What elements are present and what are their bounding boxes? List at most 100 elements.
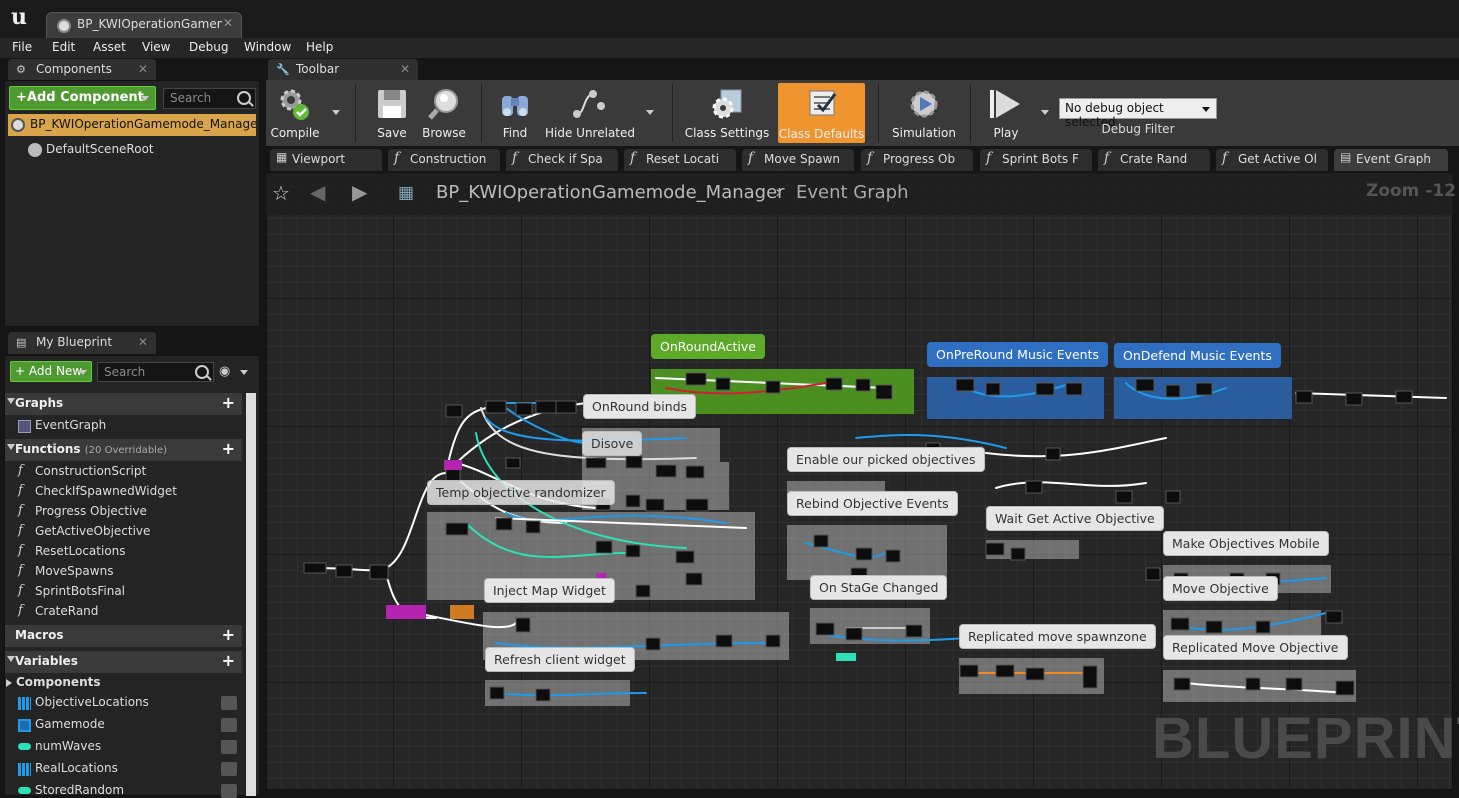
- comment-enable-objectives[interactable]: Enable our picked objectives: [787, 447, 985, 472]
- eye-icon[interactable]: ◉: [219, 364, 239, 379]
- variable-item[interactable]: ObjectiveLocations: [18, 695, 149, 710]
- tab-crate-rand[interactable]: f Crate Rand: [1098, 149, 1210, 171]
- comment-on-stage-changed[interactable]: On StaGe Changed: [810, 575, 948, 600]
- binoculars-icon: [502, 96, 528, 116]
- function-item[interactable]: f ResetLocations: [18, 543, 126, 558]
- variable-category-components[interactable]: Components: [6, 675, 101, 689]
- close-icon[interactable]: ✕: [138, 335, 148, 349]
- menu-file[interactable]: File: [12, 40, 32, 54]
- unreal-logo-icon[interactable]: u: [6, 4, 32, 30]
- tab-reset-locations[interactable]: f Reset Locati: [624, 149, 736, 171]
- tab-sprint-bots-final[interactable]: f Sprint Bots F: [980, 149, 1092, 171]
- graph-item-eventgraph[interactable]: EventGraph: [6, 418, 107, 433]
- menu-help[interactable]: Help: [306, 40, 333, 54]
- debug-object-select[interactable]: No debug object selected: [1059, 98, 1217, 129]
- find-button[interactable]: Find: [492, 84, 538, 142]
- simulation-button[interactable]: Simulation: [889, 84, 959, 142]
- chevron-down-icon[interactable]: [240, 370, 248, 375]
- variable-item[interactable]: RealLocations: [18, 761, 118, 776]
- function-item[interactable]: f SprintBotsFinal: [18, 583, 125, 598]
- play-button[interactable]: Play: [980, 84, 1032, 142]
- comment-replicated-move-objective[interactable]: Replicated Move Objective: [1163, 635, 1348, 660]
- tab-event-graph[interactable]: ▤ Event Graph: [1334, 149, 1448, 171]
- add-component-button[interactable]: +Add Component: [9, 86, 156, 110]
- components-search-input[interactable]: Search: [163, 88, 256, 109]
- forward-arrow-icon[interactable]: ▶: [352, 180, 374, 204]
- add-graph-button[interactable]: +: [222, 395, 235, 411]
- breadcrumb-event-graph[interactable]: Event Graph: [796, 182, 909, 203]
- compile-options-chevron-icon[interactable]: [332, 110, 340, 115]
- visibility-toggle-icon[interactable]: [221, 762, 237, 776]
- comment-replicated-move-spawnzone[interactable]: Replicated move spawnzone: [959, 624, 1156, 649]
- tab-move-spawns[interactable]: f Move Spawn: [742, 149, 854, 171]
- section-variables[interactable]: Variables +: [5, 651, 242, 673]
- menu-view[interactable]: View: [142, 40, 170, 54]
- components-tab[interactable]: ⚙ Components ✕: [8, 59, 156, 81]
- save-button[interactable]: Save: [368, 84, 416, 142]
- my-blueprint-tab[interactable]: ▤ My Blueprint ✕: [8, 332, 156, 354]
- comment-inject-map-widget[interactable]: Inject Map Widget: [484, 578, 615, 603]
- close-icon[interactable]: ✕: [223, 16, 233, 30]
- add-variable-button[interactable]: +: [222, 653, 235, 669]
- comment-disove[interactable]: Disove: [582, 431, 643, 456]
- tab-construction[interactable]: f Construction: [388, 149, 500, 171]
- toolbar-tab[interactable]: 🔧 Toolbar ✕: [268, 59, 418, 81]
- tab-check-if-spawned[interactable]: f Check if Spa: [506, 149, 618, 171]
- visibility-toggle-icon[interactable]: [221, 718, 237, 732]
- document-tab[interactable]: BP_KWIOperationGamemode_Manager ✕: [46, 12, 242, 38]
- section-macros[interactable]: Macros +: [5, 625, 242, 647]
- component-item-defaultsceneroot[interactable]: DefaultSceneRoot: [28, 142, 154, 157]
- add-function-button[interactable]: +: [222, 441, 235, 457]
- function-item[interactable]: f Progress Objective: [18, 503, 147, 518]
- menu-asset[interactable]: Asset: [93, 40, 126, 54]
- close-icon[interactable]: ✕: [138, 62, 148, 76]
- tab-viewport[interactable]: ▦ Viewport: [270, 149, 382, 171]
- function-item[interactable]: f ConstructionScript: [18, 463, 146, 478]
- class-settings-button[interactable]: Class Settings: [684, 84, 770, 142]
- section-functions[interactable]: Functions (20 Overridable) +: [5, 439, 242, 461]
- class-defaults-button[interactable]: Class Defaults: [778, 83, 865, 143]
- variable-item[interactable]: Gamemode: [18, 717, 105, 732]
- tab-get-active-objective[interactable]: f Get Active Ol: [1216, 149, 1328, 171]
- comment-move-objective[interactable]: Move Objective: [1163, 576, 1278, 601]
- play-options-chevron-icon[interactable]: [1041, 110, 1049, 115]
- function-item[interactable]: f MoveSpawns: [18, 563, 113, 578]
- comment-wait-get-active-objective[interactable]: Wait Get Active Objective: [986, 506, 1164, 531]
- menu-window[interactable]: Window: [244, 40, 291, 54]
- function-item[interactable]: f CheckIfSpawnedWidget: [18, 483, 177, 498]
- compile-button[interactable]: Compile: [268, 84, 322, 142]
- add-new-button[interactable]: + Add New: [10, 361, 92, 382]
- scrollbar[interactable]: [246, 393, 256, 796]
- component-root-item[interactable]: BP_KWIOperationGamemode_Manager(self): [8, 114, 256, 136]
- event-onroundactive[interactable]: OnRoundActive: [651, 334, 765, 359]
- comment-refresh-client-widget[interactable]: Refresh client widget: [485, 647, 635, 672]
- tab-progress-objective[interactable]: f Progress Ob: [861, 149, 973, 171]
- variable-item[interactable]: StoredRandom: [18, 783, 124, 797]
- visibility-toggle-icon[interactable]: [221, 740, 237, 754]
- variable-item[interactable]: numWaves: [18, 739, 101, 753]
- hide-unrelated-chevron-icon[interactable]: [646, 110, 654, 115]
- section-graphs[interactable]: Graphs +: [5, 393, 242, 415]
- menu-debug[interactable]: Debug: [189, 40, 228, 54]
- star-icon[interactable]: ☆: [272, 182, 294, 204]
- event-ondefend-music[interactable]: OnDefend Music Events: [1114, 343, 1281, 368]
- browse-button[interactable]: Browse: [418, 84, 470, 142]
- back-arrow-icon[interactable]: ◀: [310, 180, 332, 204]
- comment-rebind-objective-events[interactable]: Rebind Objective Events: [787, 491, 958, 516]
- graph-item-label: EventGraph: [35, 418, 107, 432]
- breadcrumb-blueprint[interactable]: BP_KWIOperationGamemode_Manager: [436, 182, 785, 203]
- function-item[interactable]: f CrateRand: [18, 603, 98, 618]
- components-tab-label: Components: [36, 62, 112, 76]
- add-macro-button[interactable]: +: [222, 627, 235, 643]
- hide-unrelated-button[interactable]: Hide Unrelated: [545, 84, 635, 142]
- blueprint-class-icon: ▦: [398, 183, 415, 203]
- visibility-toggle-icon[interactable]: [221, 696, 237, 710]
- comment-onround-binds[interactable]: OnRound binds: [583, 394, 697, 419]
- event-onpreround-music[interactable]: OnPreRound Music Events: [927, 342, 1109, 367]
- comment-temp-objective[interactable]: Temp objective randomizer: [427, 480, 615, 505]
- close-icon[interactable]: ✕: [400, 62, 410, 76]
- function-item[interactable]: f GetActiveObjective: [18, 523, 150, 538]
- comment-make-objectives-mobile[interactable]: Make Objectives Mobile: [1163, 531, 1329, 556]
- menu-edit[interactable]: Edit: [52, 40, 75, 54]
- blueprint-search-input[interactable]: Search: [97, 362, 214, 382]
